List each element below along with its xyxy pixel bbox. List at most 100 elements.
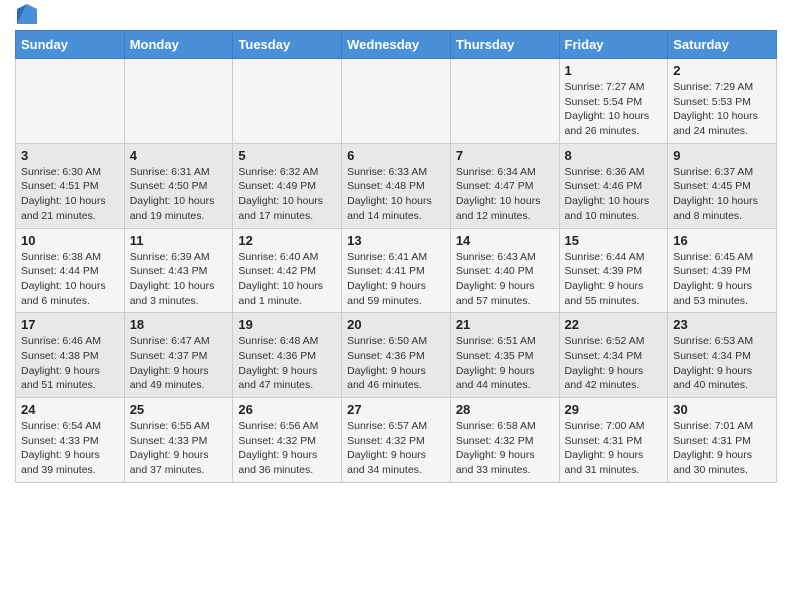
day-cell: 19 Sunrise: 6:48 AM Sunset: 4:36 PM Dayli… bbox=[233, 313, 342, 398]
day-cell: 1 Sunrise: 7:27 AM Sunset: 5:54 PM Daylig… bbox=[559, 59, 668, 144]
day-cell bbox=[342, 59, 451, 144]
day-number: 8 bbox=[565, 148, 663, 163]
day-number: 17 bbox=[21, 317, 119, 332]
day-number: 18 bbox=[130, 317, 228, 332]
day-number: 22 bbox=[565, 317, 663, 332]
day-cell bbox=[450, 59, 559, 144]
logo bbox=[15, 14, 37, 24]
day-number: 24 bbox=[21, 402, 119, 417]
day-cell: 18 Sunrise: 6:47 AM Sunset: 4:37 PM Dayli… bbox=[124, 313, 233, 398]
day-number: 20 bbox=[347, 317, 445, 332]
day-number: 4 bbox=[130, 148, 228, 163]
day-info: Sunrise: 6:30 AM Sunset: 4:51 PM Dayligh… bbox=[21, 165, 119, 224]
day-number: 5 bbox=[238, 148, 336, 163]
weekday-header-thursday: Thursday bbox=[450, 31, 559, 59]
day-info: Sunrise: 6:51 AM Sunset: 4:35 PM Dayligh… bbox=[456, 334, 554, 393]
day-number: 21 bbox=[456, 317, 554, 332]
day-cell: 23Sunrise: 6:53 AM Sunset: 4:34 PM Dayli… bbox=[668, 313, 777, 398]
day-info: Sunrise: 6:52 AM Sunset: 4:34 PM Dayligh… bbox=[565, 334, 663, 393]
day-info: Sunrise: 6:56 AM Sunset: 4:32 PM Dayligh… bbox=[238, 419, 336, 478]
day-number: 11 bbox=[130, 233, 228, 248]
day-cell: 3Sunrise: 6:30 AM Sunset: 4:51 PM Daylig… bbox=[16, 143, 125, 228]
weekday-header-monday: Monday bbox=[124, 31, 233, 59]
weekday-header-wednesday: Wednesday bbox=[342, 31, 451, 59]
day-number: 19 bbox=[238, 317, 336, 332]
day-cell: 2 Sunrise: 7:29 AM Sunset: 5:53 PM Daylig… bbox=[668, 59, 777, 144]
day-cell: 29 Sunrise: 7:00 AM Sunset: 4:31 PM Dayli… bbox=[559, 398, 668, 483]
weekday-header-saturday: Saturday bbox=[668, 31, 777, 59]
day-number: 26 bbox=[238, 402, 336, 417]
day-number: 14 bbox=[456, 233, 554, 248]
page: SundayMondayTuesdayWednesdayThursdayFrid… bbox=[0, 0, 792, 493]
day-number: 16 bbox=[673, 233, 771, 248]
day-number: 30 bbox=[673, 402, 771, 417]
day-info: Sunrise: 6:40 AM Sunset: 4:42 PM Dayligh… bbox=[238, 250, 336, 309]
day-cell: 9 Sunrise: 6:37 AM Sunset: 4:45 PM Daylig… bbox=[668, 143, 777, 228]
weekday-row: SundayMondayTuesdayWednesdayThursdayFrid… bbox=[16, 31, 777, 59]
day-cell bbox=[124, 59, 233, 144]
day-number: 25 bbox=[130, 402, 228, 417]
day-cell: 10Sunrise: 6:38 AM Sunset: 4:44 PM Dayli… bbox=[16, 228, 125, 313]
day-cell: 15Sunrise: 6:44 AM Sunset: 4:39 PM Dayli… bbox=[559, 228, 668, 313]
day-info: Sunrise: 6:31 AM Sunset: 4:50 PM Dayligh… bbox=[130, 165, 228, 224]
day-cell: 21 Sunrise: 6:51 AM Sunset: 4:35 PM Dayli… bbox=[450, 313, 559, 398]
day-number: 9 bbox=[673, 148, 771, 163]
day-number: 12 bbox=[238, 233, 336, 248]
day-number: 6 bbox=[347, 148, 445, 163]
day-number: 2 bbox=[673, 63, 771, 78]
day-cell: 25Sunrise: 6:55 AM Sunset: 4:33 PM Dayli… bbox=[124, 398, 233, 483]
day-info: Sunrise: 6:46 AM Sunset: 4:38 PM Dayligh… bbox=[21, 334, 119, 393]
day-info: Sunrise: 6:32 AM Sunset: 4:49 PM Dayligh… bbox=[238, 165, 336, 224]
day-info: Sunrise: 6:45 AM Sunset: 4:39 PM Dayligh… bbox=[673, 250, 771, 309]
week-row-5: 24 Sunrise: 6:54 AM Sunset: 4:33 PM Dayli… bbox=[16, 398, 777, 483]
day-cell: 30 Sunrise: 7:01 AM Sunset: 4:31 PM Dayli… bbox=[668, 398, 777, 483]
day-info: Sunrise: 6:50 AM Sunset: 4:36 PM Dayligh… bbox=[347, 334, 445, 393]
day-cell: 17 Sunrise: 6:46 AM Sunset: 4:38 PM Dayli… bbox=[16, 313, 125, 398]
day-cell: 24 Sunrise: 6:54 AM Sunset: 4:33 PM Dayli… bbox=[16, 398, 125, 483]
day-number: 13 bbox=[347, 233, 445, 248]
weekday-header-friday: Friday bbox=[559, 31, 668, 59]
day-info: Sunrise: 7:01 AM Sunset: 4:31 PM Dayligh… bbox=[673, 419, 771, 478]
day-cell: 27 Sunrise: 6:57 AM Sunset: 4:32 PM Dayli… bbox=[342, 398, 451, 483]
calendar-table: SundayMondayTuesdayWednesdayThursdayFrid… bbox=[15, 30, 777, 483]
day-info: Sunrise: 6:33 AM Sunset: 4:48 PM Dayligh… bbox=[347, 165, 445, 224]
week-row-4: 17 Sunrise: 6:46 AM Sunset: 4:38 PM Dayli… bbox=[16, 313, 777, 398]
day-number: 7 bbox=[456, 148, 554, 163]
day-cell: 5 Sunrise: 6:32 AM Sunset: 4:49 PM Daylig… bbox=[233, 143, 342, 228]
day-info: Sunrise: 6:48 AM Sunset: 4:36 PM Dayligh… bbox=[238, 334, 336, 393]
day-cell bbox=[16, 59, 125, 144]
day-number: 23 bbox=[673, 317, 771, 332]
day-info: Sunrise: 7:29 AM Sunset: 5:53 PM Dayligh… bbox=[673, 80, 771, 139]
day-number: 1 bbox=[565, 63, 663, 78]
day-info: Sunrise: 7:27 AM Sunset: 5:54 PM Dayligh… bbox=[565, 80, 663, 139]
logo-content bbox=[15, 14, 37, 24]
day-cell bbox=[233, 59, 342, 144]
day-info: Sunrise: 6:39 AM Sunset: 4:43 PM Dayligh… bbox=[130, 250, 228, 309]
day-number: 28 bbox=[456, 402, 554, 417]
day-number: 27 bbox=[347, 402, 445, 417]
day-info: Sunrise: 6:58 AM Sunset: 4:32 PM Dayligh… bbox=[456, 419, 554, 478]
day-info: Sunrise: 6:44 AM Sunset: 4:39 PM Dayligh… bbox=[565, 250, 663, 309]
day-cell: 22 Sunrise: 6:52 AM Sunset: 4:34 PM Dayli… bbox=[559, 313, 668, 398]
day-info: Sunrise: 6:34 AM Sunset: 4:47 PM Dayligh… bbox=[456, 165, 554, 224]
day-cell: 16 Sunrise: 6:45 AM Sunset: 4:39 PM Dayli… bbox=[668, 228, 777, 313]
day-info: Sunrise: 6:47 AM Sunset: 4:37 PM Dayligh… bbox=[130, 334, 228, 393]
logo-icon bbox=[17, 4, 37, 24]
day-cell: 14 Sunrise: 6:43 AM Sunset: 4:40 PM Dayli… bbox=[450, 228, 559, 313]
day-info: Sunrise: 7:00 AM Sunset: 4:31 PM Dayligh… bbox=[565, 419, 663, 478]
day-number: 29 bbox=[565, 402, 663, 417]
day-cell: 4 Sunrise: 6:31 AM Sunset: 4:50 PM Daylig… bbox=[124, 143, 233, 228]
day-cell: 7 Sunrise: 6:34 AM Sunset: 4:47 PM Daylig… bbox=[450, 143, 559, 228]
day-info: Sunrise: 6:36 AM Sunset: 4:46 PM Dayligh… bbox=[565, 165, 663, 224]
day-info: Sunrise: 6:54 AM Sunset: 4:33 PM Dayligh… bbox=[21, 419, 119, 478]
week-row-2: 3Sunrise: 6:30 AM Sunset: 4:51 PM Daylig… bbox=[16, 143, 777, 228]
day-info: Sunrise: 6:41 AM Sunset: 4:41 PM Dayligh… bbox=[347, 250, 445, 309]
day-info: Sunrise: 6:57 AM Sunset: 4:32 PM Dayligh… bbox=[347, 419, 445, 478]
day-info: Sunrise: 6:38 AM Sunset: 4:44 PM Dayligh… bbox=[21, 250, 119, 309]
week-row-1: 1 Sunrise: 7:27 AM Sunset: 5:54 PM Daylig… bbox=[16, 59, 777, 144]
day-info: Sunrise: 6:37 AM Sunset: 4:45 PM Dayligh… bbox=[673, 165, 771, 224]
day-cell: 13 Sunrise: 6:41 AM Sunset: 4:41 PM Dayli… bbox=[342, 228, 451, 313]
day-info: Sunrise: 6:43 AM Sunset: 4:40 PM Dayligh… bbox=[456, 250, 554, 309]
weekday-header-tuesday: Tuesday bbox=[233, 31, 342, 59]
day-cell: 6 Sunrise: 6:33 AM Sunset: 4:48 PM Daylig… bbox=[342, 143, 451, 228]
